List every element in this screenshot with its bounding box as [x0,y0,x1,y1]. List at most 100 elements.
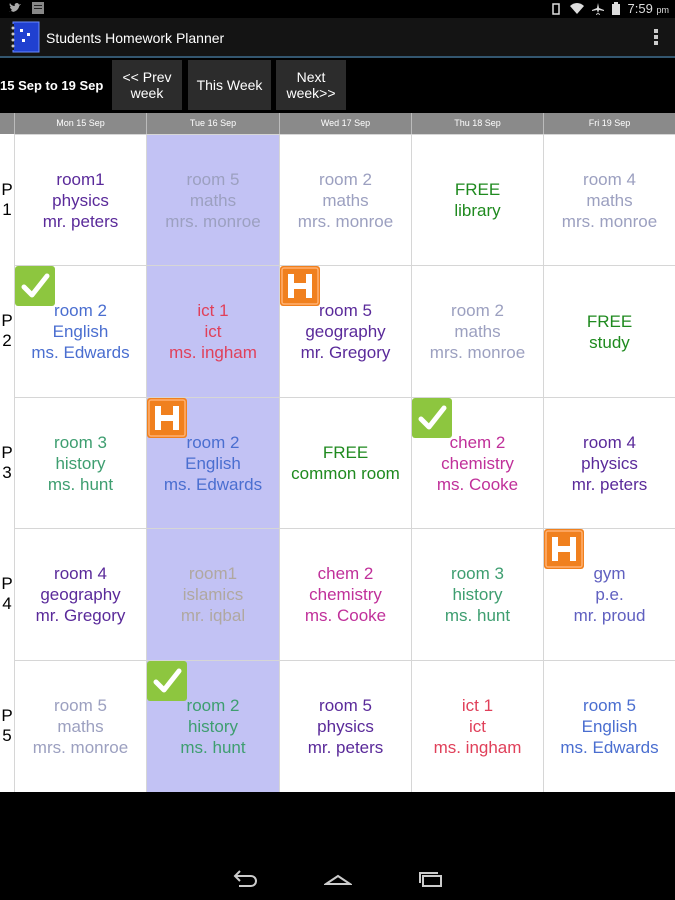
cell-line: room1 [56,169,105,189]
timetable-cell[interactable]: room 4 physics mr. peters [543,397,675,528]
app-title: Students Homework Planner [46,30,225,46]
homework-done-check-icon[interactable] [147,661,187,701]
timetable-cell[interactable]: room1 islamics mr. iqbal [146,528,279,660]
timetable-cell[interactable]: ict 1 ict ms. ingham [411,660,543,792]
cell-line: ms. Edwards [31,343,130,362]
period-label: P 1 [1,179,13,219]
timetable-cell[interactable]: chem 2 chemistry ms. Cooke [411,397,543,528]
timetable-cell[interactable]: room 2 history ms. hunt [146,660,279,792]
overflow-menu-icon[interactable] [651,27,661,49]
battery-icon [611,2,620,15]
homework-due-icon[interactable] [147,398,187,438]
back-icon[interactable] [231,868,259,888]
cell-line: mr. iqbal [180,606,246,625]
prev-week-button[interactable]: << Prev week [112,60,182,110]
homework-due-icon[interactable] [280,266,320,306]
cell-line: mrs. monroe [561,211,658,231]
cell-line: mrs. monroe [297,211,394,231]
timetable-cell[interactable]: room 5 maths mrs. monroe [14,660,146,792]
recent-apps-icon[interactable] [417,868,445,888]
cell-line: mrs. monroe [32,738,129,757]
cell-line: maths [586,190,633,210]
timetable-cell[interactable]: FREE library [411,134,543,265]
cell-line: room 2 [186,432,240,452]
cell-line: ms. ingham [169,343,257,362]
this-week-button[interactable]: This Week [188,60,271,110]
cell-line: history [187,717,239,736]
cell-line: mr. Gregory [300,343,391,362]
homework-done-check-icon[interactable] [412,398,452,438]
cell-line: islamics [182,585,244,604]
homework-done-check-icon[interactable] [15,266,55,306]
cell-line: chem 2 [449,432,506,452]
cell-line: history [452,585,503,604]
cell-line: library [454,201,501,220]
timetable-cell[interactable]: room 2 English ms. Edwards [146,397,279,528]
cell-line: English [581,717,638,736]
timetable-cell[interactable]: room 5 maths mrs. monroe [146,134,279,265]
timetable-cell[interactable]: room 2 English ms. Edwards [14,265,146,397]
day-header: Tue 16 Sep [146,113,279,134]
cell-line: room 2 [186,696,240,715]
cell-line: ms. Cooke [304,606,387,625]
home-icon[interactable] [324,868,352,888]
cell-line: room 3 [451,564,504,583]
corner-header [0,113,14,134]
timetable-cell[interactable]: ict 1 ict ms. ingham [146,265,279,397]
cell-line: chem 2 [317,564,374,583]
timetable-cell[interactable]: chem 2 chemistry ms. Cooke [279,528,411,660]
cell-line: room 5 [319,696,372,715]
cell-line: ms. Cooke [436,474,519,494]
timetable-cell[interactable]: FREE common room [279,397,411,528]
cell-line: mrs. monroe [165,211,261,231]
cell-line: physics [581,453,638,473]
timetable-cell[interactable]: room 2 maths mrs. monroe [279,134,411,265]
cell-line: room 5 [319,301,372,320]
notification-icon [32,2,44,14]
clock: 7:59 pm [627,1,669,16]
cell-line: maths [189,190,237,210]
timetable-cell[interactable]: room 2 maths mrs. monroe [411,265,543,397]
timetable-grid: Mon 15 Sep Tue 16 Sep Wed 17 Sep Thu 18 Sep… [0,113,675,792]
day-header: Fri 19 Sep [543,113,675,134]
cell-line: ms. hunt [180,738,246,757]
cell-line: mr. proud [573,606,646,625]
timetable-cell[interactable]: room 4 maths mrs. monroe [543,134,675,265]
timetable-cell[interactable]: room 5 physics mr. peters [279,660,411,792]
cell-line: ms. hunt [47,474,114,494]
cell-line: room1 [188,564,238,583]
cell-line: ms. hunt [444,606,511,625]
cell-line: room 4 [583,169,636,189]
timetable-cell[interactable]: gym p.e. mr. proud [543,528,675,660]
timetable-cell[interactable]: room 5 geography mr. Gregory [279,265,411,397]
period-label: P 4 [1,574,13,613]
cell-line: p.e. [595,585,624,604]
cell-line: English [52,322,109,341]
cell-line: geography [305,322,386,341]
next-week-button[interactable]: Next week>> [276,60,346,110]
airplane-icon [591,2,604,15]
timetable-cell[interactable]: room1 physics mr. peters [14,134,146,265]
cell-line: ms. Edwards [560,738,659,757]
timetable-cell[interactable]: room 5 English ms. Edwards [543,660,675,792]
cell-line: FREE [454,180,501,199]
cell-line: English [185,453,241,473]
cell-line: ict 1 [197,301,229,320]
week-range: 15 Sep to 19 Sep [0,78,104,93]
cell-line: chemistry [309,585,382,604]
homework-due-icon[interactable] [544,529,584,569]
cell-line: room 2 [319,169,372,189]
timetable-cell[interactable]: FREE study [543,265,675,397]
cell-line: ict 1 [461,696,494,715]
cell-line: FREE [586,311,633,331]
cell-line: room 4 [54,564,107,583]
timetable-cell[interactable]: room 3 history ms. hunt [14,397,146,528]
timetable-cell[interactable]: room 3 history ms. hunt [411,528,543,660]
cell-line: physics [317,717,374,736]
app-icon [10,21,40,53]
cell-line: geography [40,585,121,604]
day-header: Mon 15 Sep [14,113,146,134]
cell-line: mr. peters [571,474,648,494]
cell-line: ms. Edwards [163,474,263,494]
timetable-cell[interactable]: room 4 geography mr. Gregory [14,528,146,660]
